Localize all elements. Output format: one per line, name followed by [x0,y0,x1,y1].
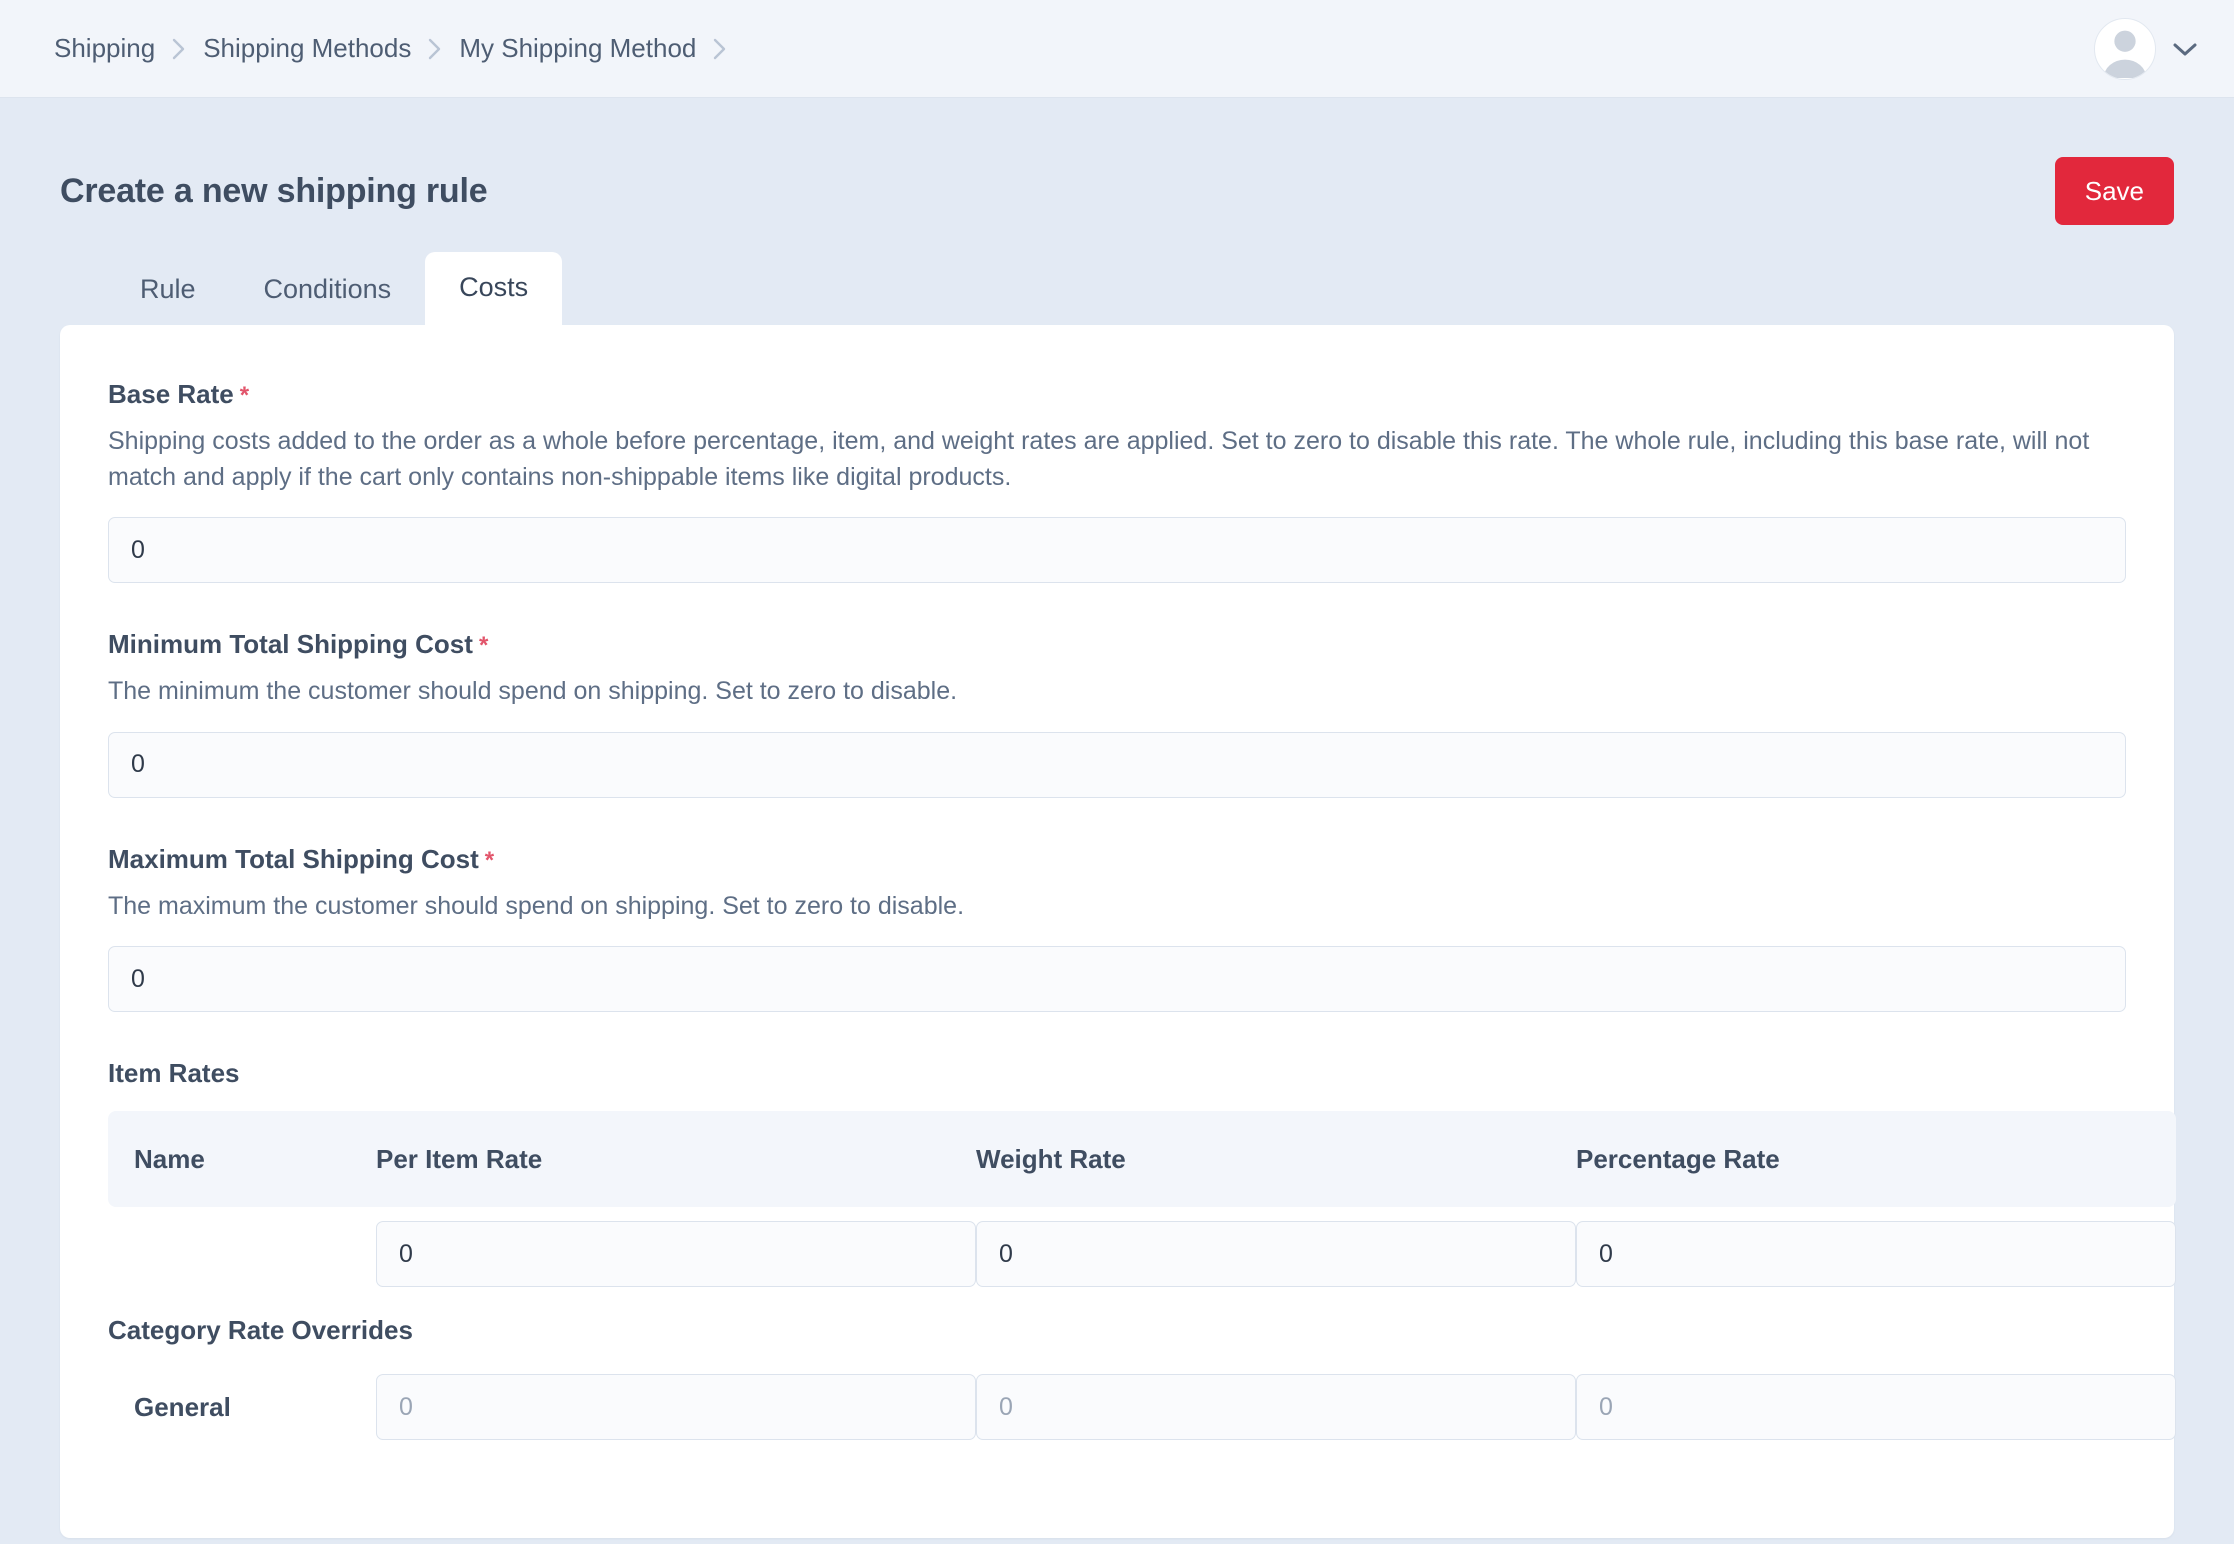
costs-panel: Base Rate * Shipping costs added to the o… [60,325,2176,1538]
required-asterisk: * [478,632,489,659]
column-header-name: Name [108,1111,376,1207]
general-weight-rate-input[interactable] [976,1374,1576,1440]
minimum-total-description: The minimum the customer should spend on… [108,677,958,705]
chevron-right-icon [171,37,187,61]
column-header-percentage-rate: Percentage Rate [1576,1111,2176,1207]
cell-override-weight-rate [976,1360,1576,1454]
user-avatar-icon [2103,30,2147,78]
item-rates-table: Name Per Item Rate Weight Rate Percentag… [108,1111,2176,1454]
base-rate-description: Shipping costs added to the order as a w… [108,427,2090,491]
cell-weight-rate [976,1207,1576,1301]
maximum-total-label-text: Maximum Total Shipping Cost [108,843,479,874]
save-button[interactable]: Save [2054,157,2174,225]
row-name-default [108,1207,376,1301]
breadcrumb-item-shipping-methods[interactable]: Shipping Methods [203,33,411,64]
category-overrides-heading-row: Category Rate Overrides [108,1301,2176,1360]
category-rate-overrides-title: Category Rate Overrides [108,1315,413,1345]
maximum-total-description: The maximum the customer should spend on… [108,891,965,920]
card-bottom-spacer [108,1454,2126,1538]
maximum-total-label: Maximum Total Shipping Cost * [108,844,2126,875]
chevron-right-icon [427,37,443,61]
tab-costs[interactable]: Costs [425,252,563,327]
base-rate-label-text: Base Rate [108,379,234,409]
tab-conditions[interactable]: Conditions [230,254,426,325]
user-menu[interactable] [2094,17,2198,80]
default-percentage-rate-input[interactable] [1576,1221,2176,1287]
override-row-name-general: General [134,1391,231,1422]
maximum-total-input[interactable] [108,946,2126,1012]
base-rate-label: Base Rate * [108,379,2126,410]
chevron-right-icon [712,37,728,61]
table-row [108,1207,2176,1301]
table-header-row: Name Per Item Rate Weight Rate Percentag… [108,1111,2176,1207]
item-rates-title: Item Rates [108,1058,240,1088]
breadcrumb: Shipping Shipping Methods My Shipping Me… [54,33,744,64]
base-rate-input[interactable] [108,517,2126,583]
cell-per-item-rate [376,1207,976,1301]
field-minimum-total-shipping-cost: Minimum Total Shipping Cost * The minimum… [108,629,2126,798]
table-row: General [108,1360,2176,1454]
cell-override-percentage-rate [1576,1360,2176,1454]
breadcrumb-item-shipping[interactable]: Shipping [54,33,155,64]
required-asterisk: * [484,846,495,874]
column-header-per-item-rate: Per Item Rate [376,1111,976,1207]
tab-bar: Rule Conditions Costs [44,252,2190,327]
general-percentage-rate-input[interactable] [1576,1374,2176,1440]
minimum-total-label-text: Minimum Total Shipping Cost [108,629,473,659]
cell-override-per-item-rate [376,1360,976,1454]
chevron-down-icon[interactable] [2172,41,2198,57]
tab-rule[interactable]: Rule [106,254,230,325]
page-title: Create a new shipping rule [60,171,488,210]
default-weight-rate-input[interactable] [976,1221,1576,1287]
required-asterisk: * [239,382,250,409]
breadcrumb-item-my-shipping-method[interactable]: My Shipping Method [459,33,696,64]
field-base-rate: Base Rate * Shipping costs added to the o… [108,379,2126,583]
page-content: Create a new shipping rule Save Rule Con… [0,98,2234,1538]
page-header: Create a new shipping rule Save [44,98,2190,238]
minimum-total-label: Minimum Total Shipping Cost * [108,629,2126,660]
default-per-item-rate-input[interactable] [376,1221,976,1287]
column-header-weight-rate: Weight Rate [976,1111,1576,1207]
field-maximum-total-shipping-cost: Maximum Total Shipping Cost * The maximum… [108,844,2126,1012]
minimum-total-input[interactable] [108,731,2126,798]
avatar [2094,17,2156,80]
top-bar: Shipping Shipping Methods My Shipping Me… [0,0,2234,98]
general-per-item-rate-input[interactable] [376,1374,976,1440]
cell-percentage-rate [1576,1207,2176,1301]
